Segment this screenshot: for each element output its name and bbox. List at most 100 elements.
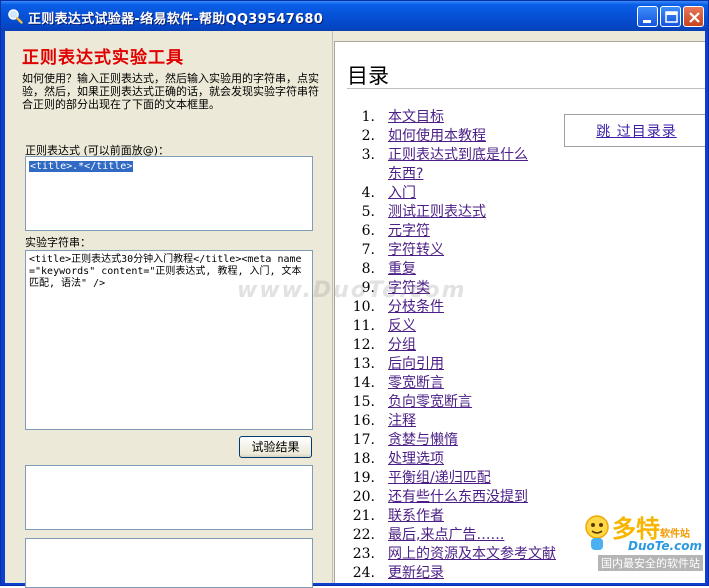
close-button[interactable] xyxy=(683,6,704,27)
window-title: 正则表达式试验器-络易软件-帮助QQ39547680 xyxy=(28,12,324,27)
toc-item-link[interactable]: 后向引用 xyxy=(388,355,558,374)
toc-item-number: 23. xyxy=(352,546,375,562)
toc-item-number: 4. xyxy=(361,185,375,201)
toc-item: 22. 最后,来点广告…… xyxy=(345,526,575,545)
toc-item-number: 5. xyxy=(361,204,375,220)
toc-item-number: 12. xyxy=(352,337,375,353)
toc-item-number: 24. xyxy=(352,565,375,581)
tool-heading: 正则表达式实验工具 xyxy=(22,48,184,68)
toc-item-number: 13. xyxy=(352,356,375,372)
toc-item: 5. 测试正则表达式 xyxy=(345,203,575,222)
toc-item-link[interactable]: 网上的资源及本文参考文献 xyxy=(388,545,608,564)
toc-item-number: 9. xyxy=(361,280,375,296)
toc-item-link[interactable]: 贪婪与懒惰 xyxy=(388,431,558,450)
app-window: 正则表达式试验器-络易软件-帮助QQ39547680 正则表达式实验工具 如何使… xyxy=(0,0,709,588)
toc-item-link[interactable]: 处理选项 xyxy=(388,450,558,469)
toc-item-number: 20. xyxy=(352,489,375,505)
test-string-value: <title>正则表达式30分钟入门教程</title><meta name="… xyxy=(29,254,302,289)
toc-item-link[interactable]: 最后,来点广告…… xyxy=(388,526,558,545)
magnifier-icon xyxy=(8,9,23,24)
toc-item-link[interactable]: 本文目标 xyxy=(388,108,558,127)
toc-item-number: 1. xyxy=(361,109,375,125)
toc-item: 3. 正则表达式到底是什么东西? xyxy=(345,146,575,184)
test-string-label: 实验字符串： xyxy=(25,236,91,249)
toc-item-link[interactable]: 字符类 xyxy=(388,279,558,298)
toc-item-link[interactable]: 分组 xyxy=(388,336,558,355)
toc-item: 20. 还有些什么东西没提到 xyxy=(345,488,575,507)
toc-item: 11. 反义 xyxy=(345,317,575,336)
toc-item-number: 16. xyxy=(352,413,375,429)
toc-item-link[interactable]: 平衡组/递归匹配 xyxy=(388,469,558,488)
toc-title: 目录 xyxy=(347,64,389,88)
toc-item-link[interactable]: 入门 xyxy=(388,184,558,203)
toc-item: 12. 分组 xyxy=(345,336,575,355)
toc-item: 6. 元字符 xyxy=(345,222,575,241)
toc-item-link[interactable]: 分枝条件 xyxy=(388,298,558,317)
toc-item-number: 17. xyxy=(352,432,375,448)
toc-item-number: 10. xyxy=(352,299,375,315)
toc-item: 2. 如何使用本教程 xyxy=(345,127,575,146)
title-bar[interactable]: 正则表达式试验器-络易软件-帮助QQ39547680 xyxy=(1,1,708,31)
toc-item-link[interactable]: 测试正则表达式 xyxy=(388,203,558,222)
toc-item: 8. 重复 xyxy=(345,260,575,279)
toc-item: 19. 平衡组/递归匹配 xyxy=(345,469,575,488)
minimize-icon xyxy=(643,20,651,23)
toc-item-number: 18. xyxy=(352,451,375,467)
toc-item-number: 22. xyxy=(352,527,375,543)
regex-value: <title>.*</title> xyxy=(29,161,134,172)
toc-item: 14. 零宽断言 xyxy=(345,374,575,393)
toc-item-link[interactable]: 正则表达式到底是什么东西? xyxy=(388,146,538,184)
test-string-input[interactable]: <title>正则表达式30分钟入门教程</title><meta name="… xyxy=(25,250,313,430)
toc-item-link[interactable]: 重复 xyxy=(388,260,558,279)
toc-item: 1. 本文目标 xyxy=(345,108,575,127)
maximize-icon xyxy=(665,11,678,23)
skip-toc-link[interactable]: 跳 过目录录 xyxy=(596,124,676,140)
toc-item: 21. 联系作者 xyxy=(345,507,575,526)
toc-item-link[interactable]: 注释 xyxy=(388,412,558,431)
toc-item-link[interactable]: 字符转义 xyxy=(388,241,558,260)
toc-item-number: 19. xyxy=(352,470,375,486)
toc-item-number: 6. xyxy=(361,223,375,239)
toc-item-number: 7. xyxy=(361,242,375,258)
toc-item-number: 11. xyxy=(352,318,375,334)
result-box-secondary[interactable] xyxy=(25,538,313,588)
toc-item-link[interactable]: 负向零宽断言 xyxy=(388,393,558,412)
toc-item: 17. 贪婪与懒惰 xyxy=(345,431,575,450)
toc-divider xyxy=(347,88,705,89)
toc-item: 7. 字符转义 xyxy=(345,241,575,260)
run-test-button[interactable]: 试验结果 xyxy=(239,436,312,458)
toc-item: 15. 负向零宽断言 xyxy=(345,393,575,412)
toc-item-number: 8. xyxy=(361,261,375,277)
toc-item: 9. 字符类 xyxy=(345,279,575,298)
client-area: 正则表达式实验工具 如何使用？输入正则表达式，然后输入实验用的字符串，点实验，然… xyxy=(5,31,705,588)
minimize-button[interactable] xyxy=(637,6,658,27)
toc-item: 18. 处理选项 xyxy=(345,450,575,469)
regex-input[interactable]: <title>.*</title> xyxy=(25,156,313,231)
result-box[interactable] xyxy=(25,465,313,530)
toc-item-link[interactable]: 如何使用本教程 xyxy=(388,127,558,146)
toc-item-number: 21. xyxy=(352,508,375,524)
left-panel: 正则表达式实验工具 如何使用？输入正则表达式，然后输入实验用的字符串，点实验，然… xyxy=(5,31,332,588)
toc-item-number: 15. xyxy=(352,394,375,410)
toc-item: 16. 注释 xyxy=(345,412,575,431)
maximize-button[interactable] xyxy=(660,6,681,27)
toc-item: 23. 网上的资源及本文参考文献 xyxy=(345,545,575,564)
close-icon xyxy=(689,12,700,23)
toc-list: 1. 本文目标 2. 如何使用本教程 3. 正则表达式到底是什么东西? 4. 入门 5.… xyxy=(345,108,575,583)
toc-item-link[interactable]: 反义 xyxy=(388,317,558,336)
toc-item-link[interactable]: 元字符 xyxy=(388,222,558,241)
skip-toc-box: 跳 过目录录 xyxy=(564,114,705,147)
toc-item: 4. 入门 xyxy=(345,184,575,203)
usage-instructions: 如何使用？输入正则表达式，然后输入实验用的字符串，点实验，然后，如果正则表达式正… xyxy=(22,72,319,111)
toc-item-link[interactable]: 还有些什么东西没提到 xyxy=(388,488,588,507)
toc-item-number: 2. xyxy=(361,128,375,144)
toc-item: 13. 后向引用 xyxy=(345,355,575,374)
toc-item-link[interactable]: 联系作者 xyxy=(388,507,558,526)
toc-item: 10. 分枝条件 xyxy=(345,298,575,317)
toc-item-link[interactable]: 零宽断言 xyxy=(388,374,558,393)
toc-item-link[interactable]: 更新纪录 xyxy=(388,564,558,583)
toc-item: 24. 更新纪录 xyxy=(345,564,575,583)
toc-item-number: 3. xyxy=(361,147,375,163)
tutorial-browser[interactable]: 目录 跳 过目录录 1. 本文目标 2. 如何使用本教程 3. 正则表达式到底是什么东… xyxy=(334,41,705,583)
toc-item-number: 14. xyxy=(352,375,375,391)
